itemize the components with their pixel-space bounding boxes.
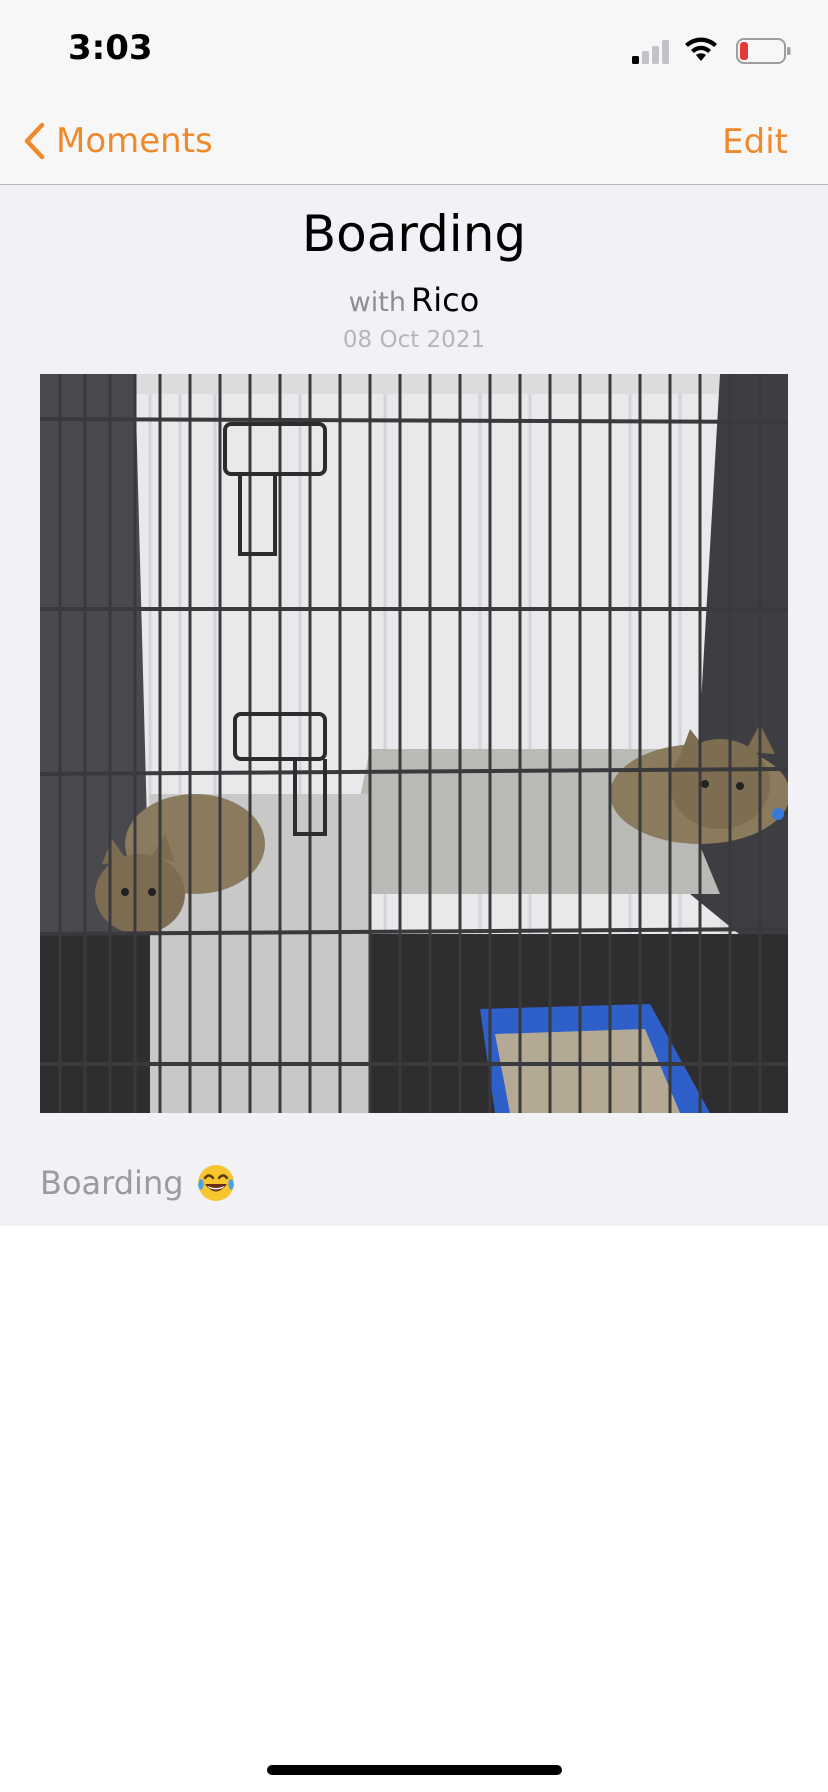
moment-detail: Boarding with Rico 08 Oct 2021 Boarding [0, 185, 828, 1226]
home-indicator[interactable] [267, 1765, 562, 1775]
wifi-icon [685, 37, 717, 61]
status-bar: 3:03 [0, 0, 828, 98]
status-time: 3:03 [68, 28, 153, 68]
back-label: Moments [56, 121, 213, 161]
moment-title: Boarding [301, 205, 527, 263]
moment-caption: Boarding [40, 1163, 236, 1203]
companion-name[interactable]: Rico [411, 281, 479, 319]
cat-cage-photo-image [40, 374, 788, 1113]
cellular-signal-icon [632, 40, 669, 64]
chevron-left-icon [24, 122, 45, 160]
back-button[interactable]: Moments [22, 118, 213, 164]
with-line: with Rico [0, 281, 828, 319]
moment-photo[interactable] [40, 374, 788, 1113]
edit-button[interactable]: Edit [722, 122, 788, 162]
caption-text: Boarding [40, 1164, 184, 1202]
battery-low-icon [736, 38, 791, 64]
status-icons [632, 36, 792, 66]
moment-date: 08 Oct 2021 [342, 327, 486, 353]
with-label: with [348, 287, 406, 318]
navigation-bar: Moments Edit [0, 98, 828, 185]
face-with-tears-of-joy-icon [197, 1165, 234, 1201]
